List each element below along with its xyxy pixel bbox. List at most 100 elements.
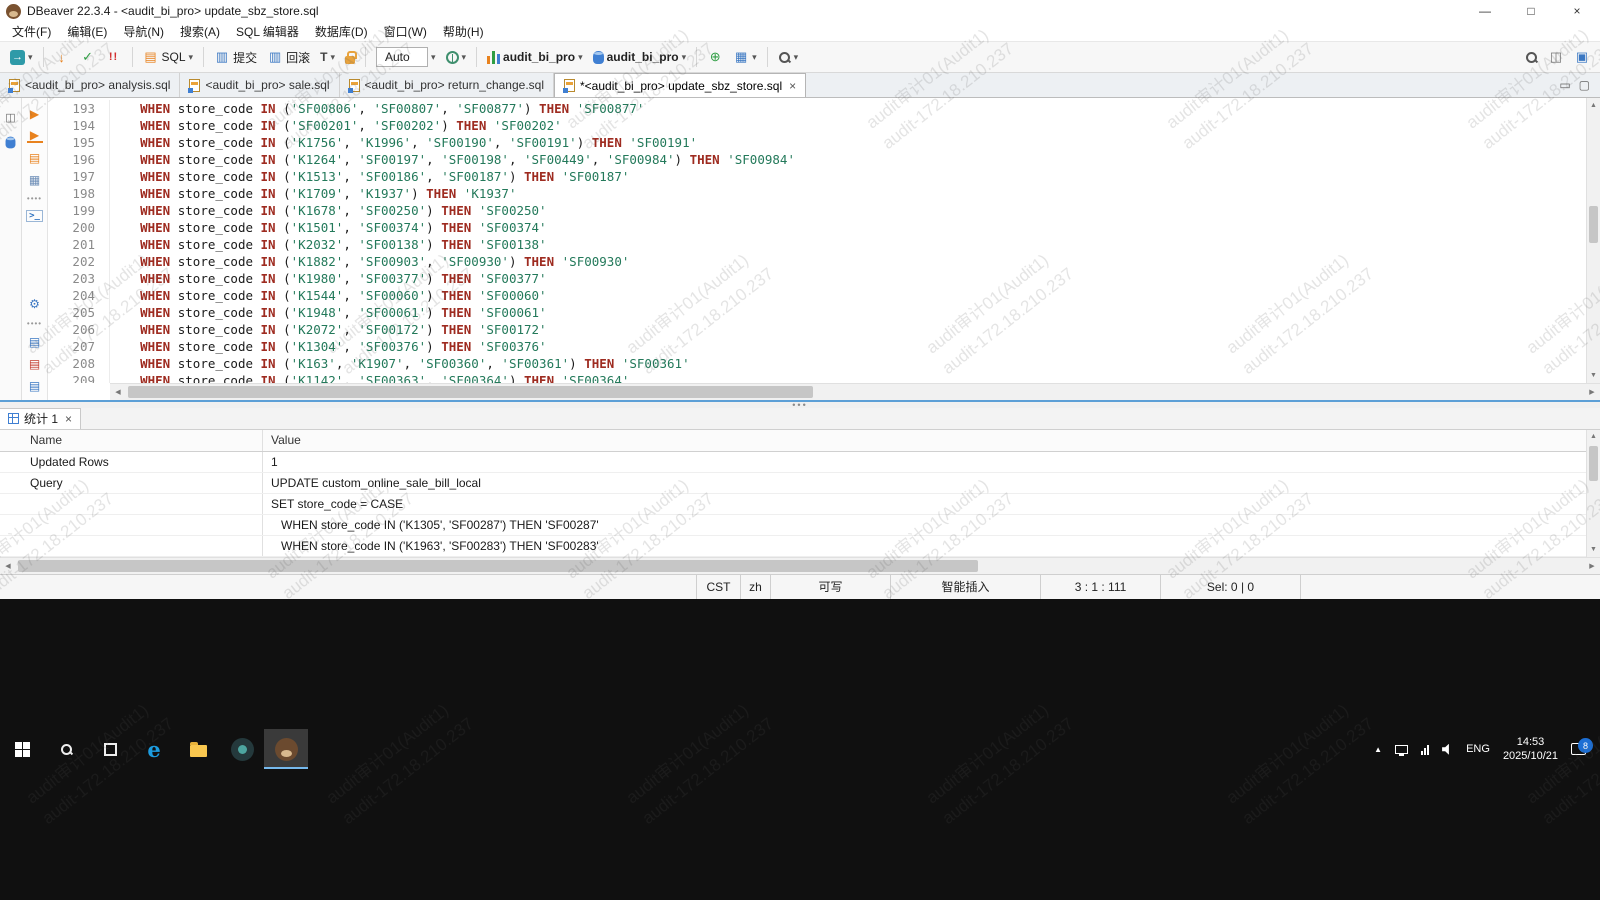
execute-statement-icon[interactable]: ▶ bbox=[27, 106, 43, 121]
menu-item[interactable]: 文件(F) bbox=[4, 21, 59, 42]
menu-item[interactable]: 搜索(A) bbox=[172, 21, 228, 42]
menu-item[interactable]: 帮助(H) bbox=[435, 21, 492, 42]
quick-access-search-button[interactable] bbox=[1521, 48, 1542, 67]
editor-v-scrollbar[interactable]: ▲ ▼ bbox=[1586, 98, 1600, 383]
commit-button[interactable]: ▥提交 bbox=[210, 46, 261, 69]
volume-icon[interactable] bbox=[1442, 744, 1453, 755]
tray-expand-icon[interactable]: ▲ bbox=[1374, 745, 1382, 754]
network-icon[interactable] bbox=[1421, 744, 1429, 755]
close-tab-icon[interactable]: × bbox=[787, 79, 796, 93]
pin-editor-button[interactable]: ↓ bbox=[50, 46, 74, 68]
results-v-scrollbar[interactable]: ▲ ▼ bbox=[1586, 430, 1600, 557]
code-line[interactable]: 199 WHEN store_code IN ('K1678', 'SF0025… bbox=[48, 202, 1586, 219]
editor-h-scrollbar[interactable]: ◀ ▶ bbox=[110, 383, 1600, 400]
code-line[interactable]: 202 WHEN store_code IN ('K1882', 'SF0090… bbox=[48, 253, 1586, 270]
new-sql-editor-button[interactable]: →▾ bbox=[6, 47, 37, 68]
scrollbar-thumb[interactable] bbox=[1589, 206, 1598, 243]
start-button[interactable] bbox=[0, 729, 44, 769]
refresh-interval-button[interactable]: ▾ bbox=[442, 48, 471, 67]
tab-statistics[interactable]: 统计 1 × bbox=[0, 408, 81, 429]
task-view-button[interactable] bbox=[88, 729, 132, 769]
code-line[interactable]: 207 WHEN store_code IN ('K1304', 'SF0037… bbox=[48, 338, 1586, 355]
log-file-icon[interactable]: ▤ bbox=[27, 379, 43, 394]
scrollbar-thumb[interactable] bbox=[128, 386, 813, 398]
taskbar-clock[interactable]: 14:532025/10/21 bbox=[1503, 735, 1558, 764]
minimize-button[interactable]: — bbox=[1462, 0, 1508, 22]
taskbar-search-button[interactable] bbox=[44, 729, 88, 769]
scroll-right-icon[interactable]: ▶ bbox=[1584, 558, 1600, 574]
result-row[interactable]: WHEN store_code IN ('K1305', 'SF00287') … bbox=[0, 515, 1600, 536]
scrollbar-thumb[interactable] bbox=[1589, 446, 1598, 482]
close-button[interactable]: × bbox=[1554, 0, 1600, 22]
rollback-button[interactable]: ▥回滚 bbox=[263, 46, 314, 69]
code-line[interactable]: 196 WHEN store_code IN ('K1264', 'SF0019… bbox=[48, 151, 1586, 168]
more-actions-icon[interactable]: •••• bbox=[27, 194, 42, 203]
editor-layout-button[interactable]: ◫ bbox=[1544, 46, 1568, 68]
sql-editor[interactable]: 193 WHEN store_code IN ('SF00806', 'SF00… bbox=[48, 98, 1586, 383]
more-icon[interactable]: •••• bbox=[27, 319, 42, 328]
code-line[interactable]: 204 WHEN store_code IN ('K1544', 'SF0006… bbox=[48, 287, 1586, 304]
text-transform-button[interactable]: T▾ bbox=[316, 47, 339, 67]
code-line[interactable]: 198 WHEN store_code IN ('K1709', 'K1937'… bbox=[48, 185, 1586, 202]
scrollbar-thumb[interactable] bbox=[18, 560, 978, 572]
results-h-scrollbar[interactable]: ◀ ▶ bbox=[0, 557, 1600, 574]
minimize-view-icon[interactable]: ▭ bbox=[1559, 78, 1570, 92]
result-row[interactable]: WHEN store_code IN ('K1963', 'SF00283') … bbox=[0, 536, 1600, 557]
scroll-down-icon[interactable]: ▼ bbox=[1587, 369, 1600, 383]
editor-tab[interactable]: <audit_bi_pro> return_change.sql bbox=[340, 73, 554, 97]
close-tab-icon[interactable]: × bbox=[63, 412, 72, 426]
database-navigator-icon[interactable] bbox=[6, 137, 16, 149]
scroll-down-icon[interactable]: ▼ bbox=[1587, 543, 1600, 557]
execute-script-icon[interactable]: ▶ bbox=[27, 128, 43, 143]
maximize-view-icon[interactable]: ▢ bbox=[1579, 78, 1590, 92]
layers-button[interactable]: ▦▾ bbox=[729, 46, 761, 68]
code-line[interactable]: 201 WHEN store_code IN ('K2032', 'SF0013… bbox=[48, 236, 1586, 253]
open-console-icon[interactable]: >_ bbox=[26, 210, 43, 222]
column-header-name[interactable]: Name bbox=[0, 430, 263, 451]
menu-item[interactable]: 数据库(D) bbox=[307, 21, 376, 42]
file-explorer-button[interactable] bbox=[176, 729, 220, 769]
menu-item[interactable]: 编辑(E) bbox=[59, 21, 115, 42]
maximize-button[interactable]: □ bbox=[1508, 0, 1554, 22]
code-line[interactable]: 194 WHEN store_code IN ('SF00201', 'SF00… bbox=[48, 117, 1586, 134]
transaction-alert-button[interactable]: !! bbox=[102, 46, 126, 68]
result-row[interactable]: SET store_code = CASE bbox=[0, 494, 1600, 515]
code-line[interactable]: 203 WHEN store_code IN ('K1980', 'SF0037… bbox=[48, 270, 1586, 287]
perspective-button[interactable]: ▣ bbox=[1570, 46, 1594, 68]
input-language[interactable]: ENG bbox=[1466, 743, 1490, 755]
script-icon[interactable]: ▤ bbox=[27, 150, 43, 165]
report-file-icon[interactable]: ▤ bbox=[27, 357, 43, 372]
scroll-right-icon[interactable]: ▶ bbox=[1584, 384, 1600, 400]
settings-icon[interactable]: ⚙ bbox=[27, 297, 43, 312]
code-line[interactable]: 208 WHEN store_code IN ('K163', 'K1907',… bbox=[48, 355, 1586, 372]
result-row[interactable]: Updated Rows1 bbox=[0, 452, 1600, 473]
code-line[interactable]: 193 WHEN store_code IN ('SF00806', 'SF00… bbox=[48, 100, 1586, 117]
code-line[interactable]: 195 WHEN store_code IN ('K1756', 'K1996'… bbox=[48, 134, 1586, 151]
editor-results-splitter[interactable]: ••• bbox=[0, 400, 1600, 408]
scroll-left-icon[interactable]: ◀ bbox=[0, 558, 16, 574]
scroll-left-icon[interactable]: ◀ bbox=[110, 384, 126, 400]
schema-selector[interactable]: audit_bi_pro▾ bbox=[589, 47, 691, 67]
menu-item[interactable]: 窗口(W) bbox=[376, 21, 435, 42]
scroll-up-icon[interactable]: ▲ bbox=[1587, 98, 1600, 112]
code-line[interactable]: 205 WHEN store_code IN ('K1948', 'SF0006… bbox=[48, 304, 1586, 321]
lock-button[interactable] bbox=[341, 48, 359, 67]
editor-tab[interactable]: <audit_bi_pro> sale.sql bbox=[180, 73, 339, 97]
globe-button[interactable]: ⊕ bbox=[703, 46, 727, 68]
menu-item[interactable]: 导航(N) bbox=[115, 21, 172, 42]
editor-tab[interactable]: *<audit_bi_pro> update_sbz_store.sql× bbox=[554, 73, 806, 97]
edge-button[interactable]: e bbox=[132, 729, 176, 769]
commit-mode-button[interactable]: ✓ bbox=[76, 46, 100, 68]
restore-panel-icon[interactable]: ◫ bbox=[4, 110, 18, 124]
code-line[interactable]: 197 WHEN store_code IN ('K1513', 'SF0018… bbox=[48, 168, 1586, 185]
action-center-button[interactable]: 8 bbox=[1571, 743, 1586, 755]
pinned-app-button[interactable] bbox=[220, 729, 264, 769]
menu-item[interactable]: SQL 编辑器 bbox=[228, 21, 307, 42]
sql-dialect-selector[interactable]: ▤SQL▾ bbox=[139, 46, 198, 68]
scroll-up-icon[interactable]: ▲ bbox=[1587, 430, 1600, 444]
commit-mode-select[interactable]: Auto▾ bbox=[372, 44, 440, 70]
search-button[interactable]: ▾ bbox=[774, 48, 803, 67]
datasource-selector[interactable]: audit_bi_pro▾ bbox=[483, 47, 587, 67]
dbeaver-taskbar-button[interactable] bbox=[264, 729, 308, 769]
result-row[interactable]: QueryUPDATE custom_online_sale_bill_loca… bbox=[0, 473, 1600, 494]
